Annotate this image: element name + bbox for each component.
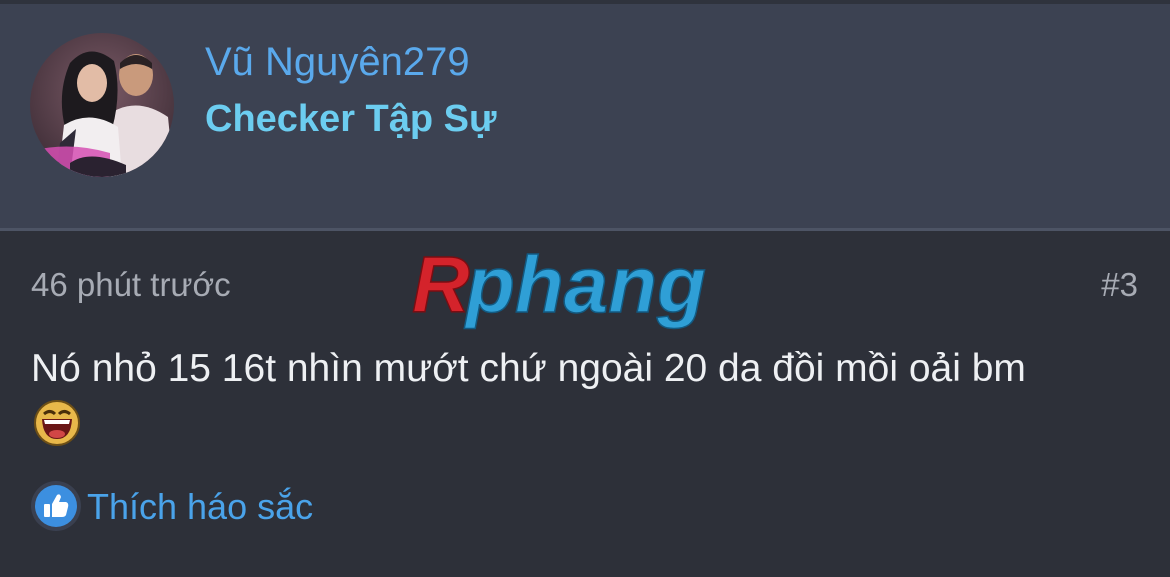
avatar[interactable]	[30, 33, 174, 177]
reaction-label[interactable]: Thích háo sắc	[87, 485, 313, 529]
watermark-letters-phang: phang	[464, 240, 706, 329]
avatar-photo-icon	[30, 33, 174, 177]
post-timestamp[interactable]: 46 phút trước	[31, 265, 231, 305]
rphang-watermark-logo: R phang	[411, 240, 706, 330]
watermark-letter-r: R	[412, 240, 470, 329]
header-divider	[0, 0, 1170, 4]
post-number-link[interactable]: #3	[1101, 265, 1138, 305]
thumbs-up-icon	[31, 481, 81, 531]
laughing-emoji-icon	[34, 400, 80, 446]
username-link[interactable]: Vũ Nguyên279	[205, 38, 470, 86]
post-message: Nó nhỏ 15 16t nhìn mướt chứ ngoài 20 da …	[31, 347, 1026, 390]
post-card: Vũ Nguyên279 Checker Tập Sự 46 phút trướ…	[0, 0, 1170, 577]
post-header: Vũ Nguyên279 Checker Tập Sự	[0, 0, 1170, 231]
user-title: Checker Tập Sự	[205, 98, 497, 140]
